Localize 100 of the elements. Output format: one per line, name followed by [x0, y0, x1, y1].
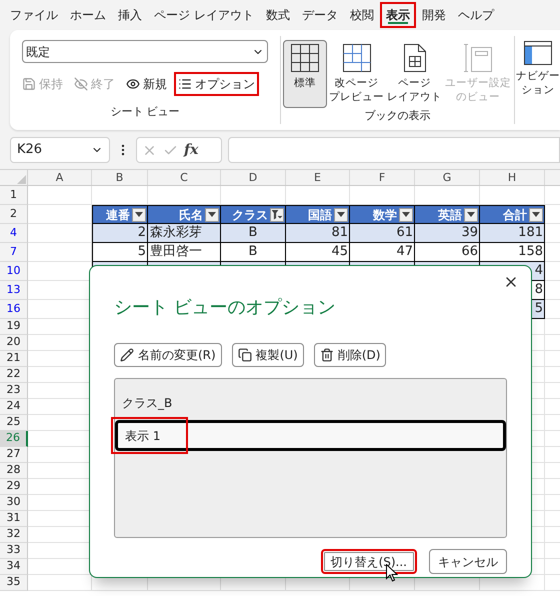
filter-button[interactable] — [270, 208, 284, 222]
view-mode-button[interactable]: 改ページ プレビュー — [328, 40, 386, 108]
view-list-item[interactable]: クラス_B — [115, 387, 506, 418]
row-header[interactable]: 21 — [0, 351, 28, 367]
grid-cell[interactable] — [28, 575, 92, 591]
column-header[interactable]: D — [221, 170, 286, 185]
cell-value: 181 — [518, 224, 543, 242]
row-header[interactable]: 13 — [0, 281, 28, 300]
filter-button[interactable] — [399, 208, 413, 222]
dropdown-arrow-icon — [337, 212, 345, 217]
page-icon — [402, 43, 427, 73]
menu-tab[interactable]: ヘルプ — [452, 2, 500, 28]
filter-button[interactable] — [464, 208, 478, 222]
menu-tab[interactable]: 挿入 — [112, 2, 148, 28]
dropdown-arrow-icon — [135, 212, 143, 217]
column-title: クラス — [232, 206, 268, 224]
row-header[interactable]: 4 — [0, 224, 28, 243]
cell-value: B — [248, 224, 258, 242]
eye-icon — [126, 77, 140, 91]
column-header[interactable]: A — [28, 170, 92, 185]
row-header[interactable]: 30 — [0, 495, 28, 511]
view-mode-button[interactable]: ページ レイアウト — [386, 40, 444, 108]
row-header[interactable]: 1 — [0, 186, 28, 205]
view-mode-button[interactable]: 標準 — [283, 40, 327, 108]
view-dropdown[interactable]: 既定 — [22, 40, 268, 63]
navigation-button[interactable]: ナビゲー ション — [516, 40, 560, 97]
dialog-action-button[interactable]: 削除(D) — [314, 343, 386, 367]
eye-off-icon — [74, 77, 88, 91]
row-header[interactable]: 27 — [0, 447, 28, 463]
group-label: シート ビュー — [109, 104, 181, 120]
cell-value: 158 — [518, 243, 543, 262]
cell-value: 5 — [138, 243, 146, 262]
column-title: 国語 — [308, 206, 332, 224]
row-header[interactable]: 31 — [0, 511, 28, 527]
filter-button[interactable] — [132, 208, 146, 222]
row-header[interactable]: 25 — [0, 415, 28, 431]
column-header[interactable]: H — [480, 170, 545, 185]
dropdown-arrow-icon — [208, 212, 216, 217]
cell-value: 森永彩芽 — [150, 224, 202, 242]
row-header[interactable]: 23 — [0, 383, 28, 399]
row-header[interactable]: 26 — [0, 431, 28, 447]
row-header[interactable]: 28 — [0, 463, 28, 479]
cell-value: 豊田啓一 — [150, 243, 202, 262]
menu-tab[interactable]: 数式 — [260, 2, 296, 28]
column-title: 英語 — [438, 206, 462, 224]
name-box[interactable]: K26 — [10, 137, 110, 163]
dropdown-arrow-icon — [402, 212, 410, 217]
custom-view-icon — [463, 43, 494, 73]
menu-tab[interactable]: ホーム — [64, 2, 112, 28]
row-header[interactable]: 20 — [0, 335, 28, 351]
row-header[interactable]: 19 — [0, 319, 28, 335]
row-header[interactable]: 33 — [0, 543, 28, 559]
group-label: ブックの表示 — [364, 108, 432, 124]
cell-value: 81 — [331, 224, 348, 242]
row-header[interactable]: 16 — [0, 300, 28, 319]
menu-tab[interactable]: ページ レイアウト — [148, 2, 260, 28]
column-header[interactable]: G — [415, 170, 480, 185]
menu-tab[interactable]: 校閲 — [344, 2, 380, 28]
row-header[interactable]: 35 — [0, 575, 28, 591]
trash-icon — [320, 348, 334, 362]
ribbon-button[interactable]: オプション — [174, 72, 259, 96]
menu-tab[interactable]: 開発 — [416, 2, 452, 28]
dropdown-arrow-icon — [532, 212, 540, 217]
page-break-icon — [342, 43, 372, 73]
grid-icon — [290, 43, 320, 73]
menu-tab[interactable]: 表示 — [380, 2, 416, 28]
column-title: 氏名 — [179, 206, 203, 224]
row-header[interactable]: 7 — [0, 243, 28, 262]
filter-button[interactable] — [205, 208, 219, 222]
column-title: 連番 — [106, 206, 130, 224]
column-header[interactable]: C — [148, 170, 221, 185]
ribbon-button[interactable]: 新規 — [122, 72, 171, 96]
dialog-action-button[interactable]: 複製(U) — [232, 343, 304, 367]
row-header[interactable]: 29 — [0, 479, 28, 495]
cell-value: 47 — [396, 243, 413, 262]
row-header[interactable]: 24 — [0, 399, 28, 415]
cell-value: B — [248, 243, 258, 262]
column-header[interactable]: B — [92, 170, 148, 185]
row-header[interactable]: 2 — [0, 205, 28, 224]
dialog-action-button[interactable]: 名前の変更(R) — [114, 343, 222, 367]
select-all-icon[interactable] — [17, 175, 26, 184]
cell-reference: K26 — [17, 141, 42, 160]
row-header[interactable]: 32 — [0, 527, 28, 543]
row-header[interactable]: 34 — [0, 559, 28, 575]
menu-tab[interactable]: データ — [296, 2, 344, 28]
filter-button[interactable] — [529, 208, 543, 222]
dialog-footer-button[interactable]: 切り替え(S)... — [320, 549, 417, 574]
row-header[interactable]: 10 — [0, 262, 28, 281]
column-header[interactable]: F — [350, 170, 415, 185]
insert-function-button[interactable]: fx — [184, 140, 198, 160]
grid-cell[interactable] — [28, 186, 92, 205]
filter-button[interactable] — [334, 208, 348, 222]
dialog-footer-button[interactable]: キャンセル — [429, 549, 507, 574]
cell-value: 39 — [461, 224, 478, 242]
formula-input[interactable] — [228, 137, 560, 163]
cell-value: 61 — [396, 224, 413, 242]
menu-tab[interactable]: ファイル — [4, 2, 64, 28]
pencil-icon — [120, 348, 134, 362]
column-header[interactable]: E — [286, 170, 350, 185]
row-header[interactable]: 22 — [0, 367, 28, 383]
